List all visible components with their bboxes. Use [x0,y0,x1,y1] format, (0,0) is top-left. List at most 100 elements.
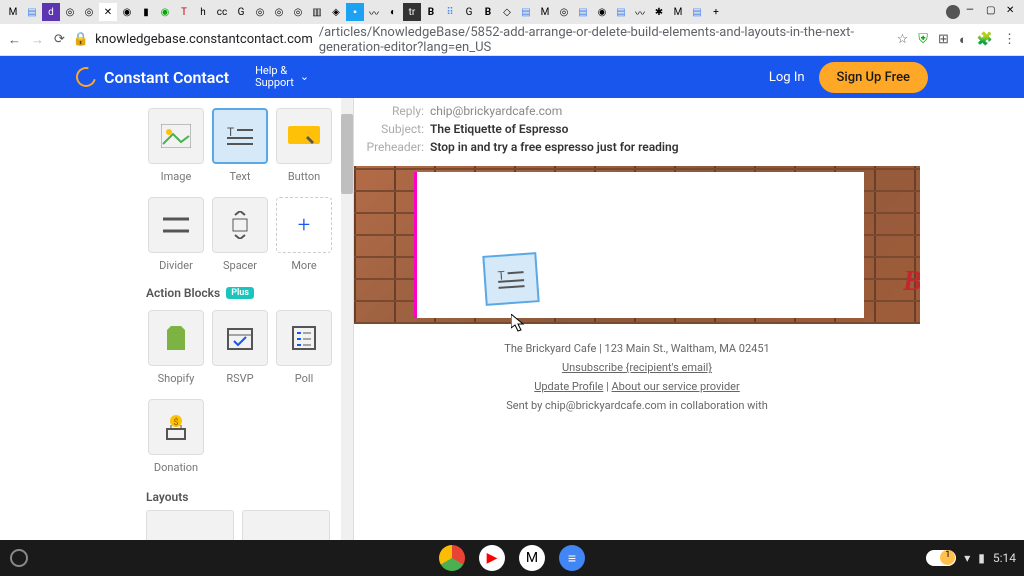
sidebar-scrollbar[interactable] [341,98,353,540]
browser-tab[interactable]: h [194,3,212,21]
gmail-icon[interactable]: M [519,545,545,571]
subject-value[interactable]: The Etiquette of Espresso [430,122,568,136]
browser-tab[interactable]: ▥ [308,3,326,21]
email-body[interactable]: Brickyard CAFE T [354,166,920,324]
block-divider[interactable]: Divider [146,197,206,272]
wifi-icon[interactable]: ▾ [964,551,970,565]
reply-label: Reply: [354,104,430,118]
block-shopify[interactable]: Shopify [146,310,206,385]
maximize-icon[interactable]: ▢ [986,5,1000,19]
browser-tab[interactable]: 〰 [365,3,383,21]
clock[interactable]: 5:14 [993,551,1016,565]
notification-toggle[interactable] [926,550,956,566]
browser-tab-active[interactable]: ✕ [99,3,117,21]
chrome-icon[interactable] [439,545,465,571]
swirl-icon [72,63,99,90]
browser-tab[interactable]: ⠿ [441,3,459,21]
login-link[interactable]: Log In [769,70,805,85]
preheader-value[interactable]: Stop in and try a free espresso just for… [430,140,679,154]
brickyard-logo: Brickyard CAFE [837,266,920,312]
new-tab-button[interactable]: + [707,3,725,21]
about-provider-link[interactable]: About our service provider [612,380,740,393]
extension-icon[interactable]: ◐ [959,32,967,48]
url-field[interactable]: 🔒 knowledgebase.constantcontact.com/arti… [73,25,889,55]
svg-text:$: $ [173,417,178,428]
browser-tab[interactable]: T [175,3,193,21]
block-more[interactable]: + More [274,197,334,272]
browser-tab[interactable]: ▤ [517,3,535,21]
browser-tab[interactable]: ◎ [80,3,98,21]
launcher-icon[interactable] [10,549,28,567]
browser-tab[interactable]: ▤ [612,3,630,21]
block-label: Shopify [158,372,195,385]
extension-icon[interactable]: ⊞ [938,32,949,47]
browser-tab[interactable]: ◎ [289,3,307,21]
browser-tab[interactable]: ▤ [23,3,41,21]
block-label: Poll [295,372,314,385]
reply-value[interactable]: chip@brickyardcafe.com [430,104,562,118]
browser-tab[interactable]: tr [403,3,421,21]
browser-tab[interactable]: B [479,3,497,21]
layout-tile[interactable] [146,510,234,540]
signup-button[interactable]: Sign Up Free [819,62,928,93]
minimize-icon[interactable]: — [966,5,980,19]
extensions-puzzle-icon[interactable]: 🧩 [977,32,993,47]
block-label: More [291,259,316,272]
star-icon[interactable]: ☆ [897,32,909,47]
block-image[interactable]: Image [146,108,206,183]
content-drop-zone[interactable]: Brickyard CAFE [414,172,864,318]
help-support-menu[interactable]: Help & Support ⌄ [255,65,309,89]
browser-tab[interactable]: 〰 [631,3,649,21]
unsubscribe-link[interactable]: Unsubscribe {recipient's email} [562,361,712,374]
back-icon[interactable]: ← [8,32,21,48]
browser-tab[interactable]: B [422,3,440,21]
browser-tab[interactable]: ▤ [574,3,592,21]
browser-tab[interactable]: ▪ [346,3,364,21]
brand-name: Constant Contact [104,68,229,87]
browser-tab[interactable]: M [4,3,22,21]
browser-tab[interactable]: M [536,3,554,21]
browser-tab[interactable]: G [232,3,250,21]
block-rsvp[interactable]: RSVP [210,310,270,385]
brand-logo[interactable]: Constant Contact [76,67,229,87]
email-footer: The Brickyard Cafe | 123 Main St., Walth… [354,324,920,430]
browser-tab[interactable]: ◈ [327,3,345,21]
close-icon[interactable]: ✕ [1006,5,1020,19]
browser-tab[interactable]: G [460,3,478,21]
block-label: Donation [154,461,198,474]
browser-tab[interactable]: d [42,3,60,21]
browser-tab[interactable]: cc [213,3,231,21]
browser-tab[interactable]: ◉ [593,3,611,21]
block-button[interactable]: Button [274,108,334,183]
browser-tab[interactable]: ◎ [270,3,288,21]
plus-icon: + [298,213,310,238]
battery-icon[interactable]: ▮ [978,551,985,565]
user-avatar-icon[interactable] [946,5,960,19]
browser-tab[interactable]: ◎ [251,3,269,21]
block-text[interactable]: T Text [210,108,270,183]
block-label: Button [288,170,320,183]
browser-tab[interactable]: ◐ [384,3,402,21]
browser-tab[interactable]: ◎ [555,3,573,21]
browser-tab[interactable]: ✱ [650,3,668,21]
menu-icon[interactable]: ⋮ [1003,32,1016,47]
dragging-text-block[interactable]: T [482,252,539,306]
browser-tab[interactable]: ▤ [688,3,706,21]
browser-tab[interactable]: ◉ [156,3,174,21]
block-donation[interactable]: $ Donation [146,399,206,474]
block-poll[interactable]: Poll [274,310,334,385]
youtube-icon[interactable]: ▶ [479,545,505,571]
extension-icon[interactable]: ⛨ [918,32,928,47]
block-label: Spacer [223,259,257,272]
block-spacer[interactable]: Spacer [210,197,270,272]
reload-icon[interactable]: ⟳ [54,32,65,47]
browser-tab[interactable]: ▮ [137,3,155,21]
layout-tile[interactable] [242,510,330,540]
docs-icon[interactable]: ≡ [559,545,585,571]
forward-icon[interactable]: → [31,32,44,48]
browser-tab[interactable]: ◇ [498,3,516,21]
browser-tab[interactable]: ◎ [61,3,79,21]
update-profile-link[interactable]: Update Profile [534,380,603,393]
browser-tab[interactable]: ◉ [118,3,136,21]
browser-tab[interactable]: M [669,3,687,21]
